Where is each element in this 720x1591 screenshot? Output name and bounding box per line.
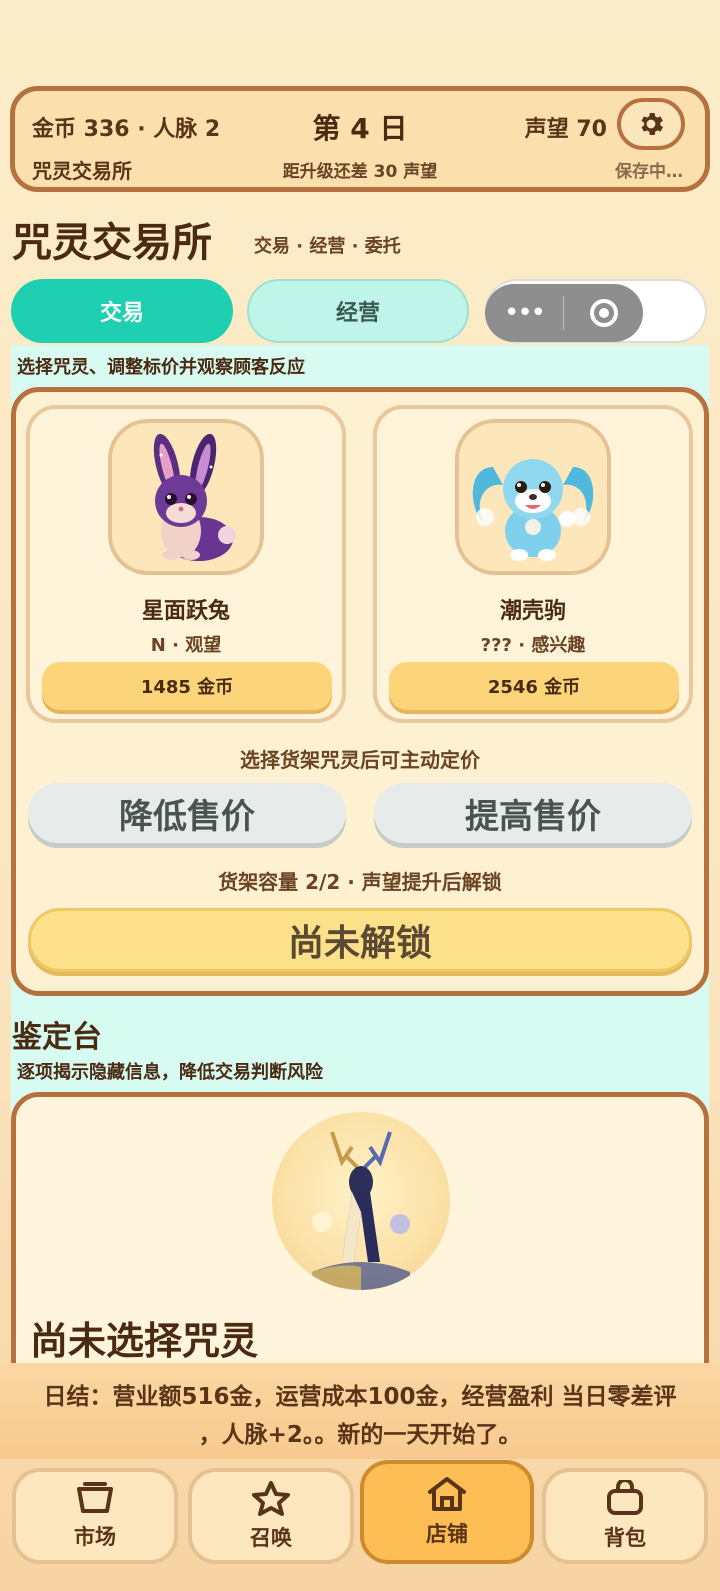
creature-meta: N · 观望 xyxy=(150,635,222,656)
gear-icon xyxy=(641,113,663,135)
summary-line-1: 日结：营业额516金，运营成本100金，经营盈利 当日零差评 xyxy=(43,1384,677,1410)
creature-portrait xyxy=(108,419,264,575)
daily-summary-text: 日结：营业额516金，运营成本100金，经营盈利 当日零差评 ，人脉+2。。新的… xyxy=(0,1378,720,1454)
water-pup-icon xyxy=(472,459,594,561)
nav-bag[interactable]: 背包 xyxy=(542,1468,708,1564)
raise-price-button[interactable]: 提高售价 xyxy=(374,783,692,843)
shelf-card[interactable]: 潮壳驹 ??? · 感兴趣 2546 金币 xyxy=(373,405,693,723)
trade-hint: 选择咒灵、调整标价并观察顾客反应 xyxy=(17,357,305,378)
summary-line-2: ，人脉+2。。新的一天开始了。 xyxy=(198,1422,522,1448)
creature-name: 星面跃兔 xyxy=(141,599,230,624)
creature-name: 潮壳驹 xyxy=(499,599,566,624)
price-button[interactable]: 2546 金币 xyxy=(389,662,679,710)
shop-icon xyxy=(428,1477,466,1511)
appraise-hint: 逐项揭示隐藏信息，降低交易判断风险 xyxy=(17,1062,323,1083)
shelf-capacity: 货架容量 2/2 · 声望提升后解锁 xyxy=(218,870,502,894)
creature-portrait xyxy=(455,419,611,575)
nav-label: 店铺 xyxy=(426,1522,468,1546)
nav-label: 市场 xyxy=(74,1525,116,1549)
status-bar: 金币 336 · 人脉 2 第 4 日 声望 70 咒灵交易所 距升级还差 30… xyxy=(10,86,710,192)
unlock-slot-button[interactable]: 尚未解锁 xyxy=(28,908,692,972)
creature-meta: ??? · 感兴趣 xyxy=(480,635,586,656)
appraise-title: 鉴定台 xyxy=(12,1020,102,1055)
upgrade-hint: 距升级还差 30 声望 xyxy=(282,162,438,182)
tab-trade[interactable]: 交易 xyxy=(11,279,233,343)
price-button[interactable]: 1485 金币 xyxy=(42,662,332,710)
close-target-icon[interactable] xyxy=(590,299,618,327)
page-subtitle: 交易 · 经营 · 委托 xyxy=(254,236,401,257)
tab-manage[interactable]: 经营 xyxy=(247,279,469,343)
save-status: 保存中… xyxy=(615,162,683,182)
lower-price-button[interactable]: 降低售价 xyxy=(28,783,346,843)
star-icon xyxy=(252,1481,290,1516)
reputation: 声望 70 xyxy=(524,117,607,142)
shelf-card[interactable]: 星面跃兔 N · 观望 1485 金币 xyxy=(26,405,346,723)
empty-state: 尚未选择咒灵 xyxy=(30,1319,259,1363)
deer-spirit-icon xyxy=(312,1131,410,1290)
bag-icon xyxy=(607,1480,643,1515)
basket-icon xyxy=(77,1482,113,1513)
settings-button[interactable] xyxy=(617,98,685,150)
more-icon[interactable]: ••• xyxy=(485,284,563,342)
nav-label: 背包 xyxy=(604,1526,646,1550)
nav-summon[interactable]: 召唤 xyxy=(188,1468,354,1564)
price-hint: 选择货架咒灵后可主动定价 xyxy=(240,748,480,772)
nav-label: 召唤 xyxy=(250,1526,292,1550)
appraise-portrait xyxy=(272,1112,450,1290)
rabbit-icon xyxy=(153,433,236,561)
page-title: 咒灵交易所 xyxy=(12,220,212,266)
miniprogram-capsule[interactable]: ••• xyxy=(485,284,643,342)
capsule-divider xyxy=(563,296,564,330)
nav-shop[interactable]: 店铺 xyxy=(360,1460,534,1564)
nav-market[interactable]: 市场 xyxy=(12,1468,178,1564)
